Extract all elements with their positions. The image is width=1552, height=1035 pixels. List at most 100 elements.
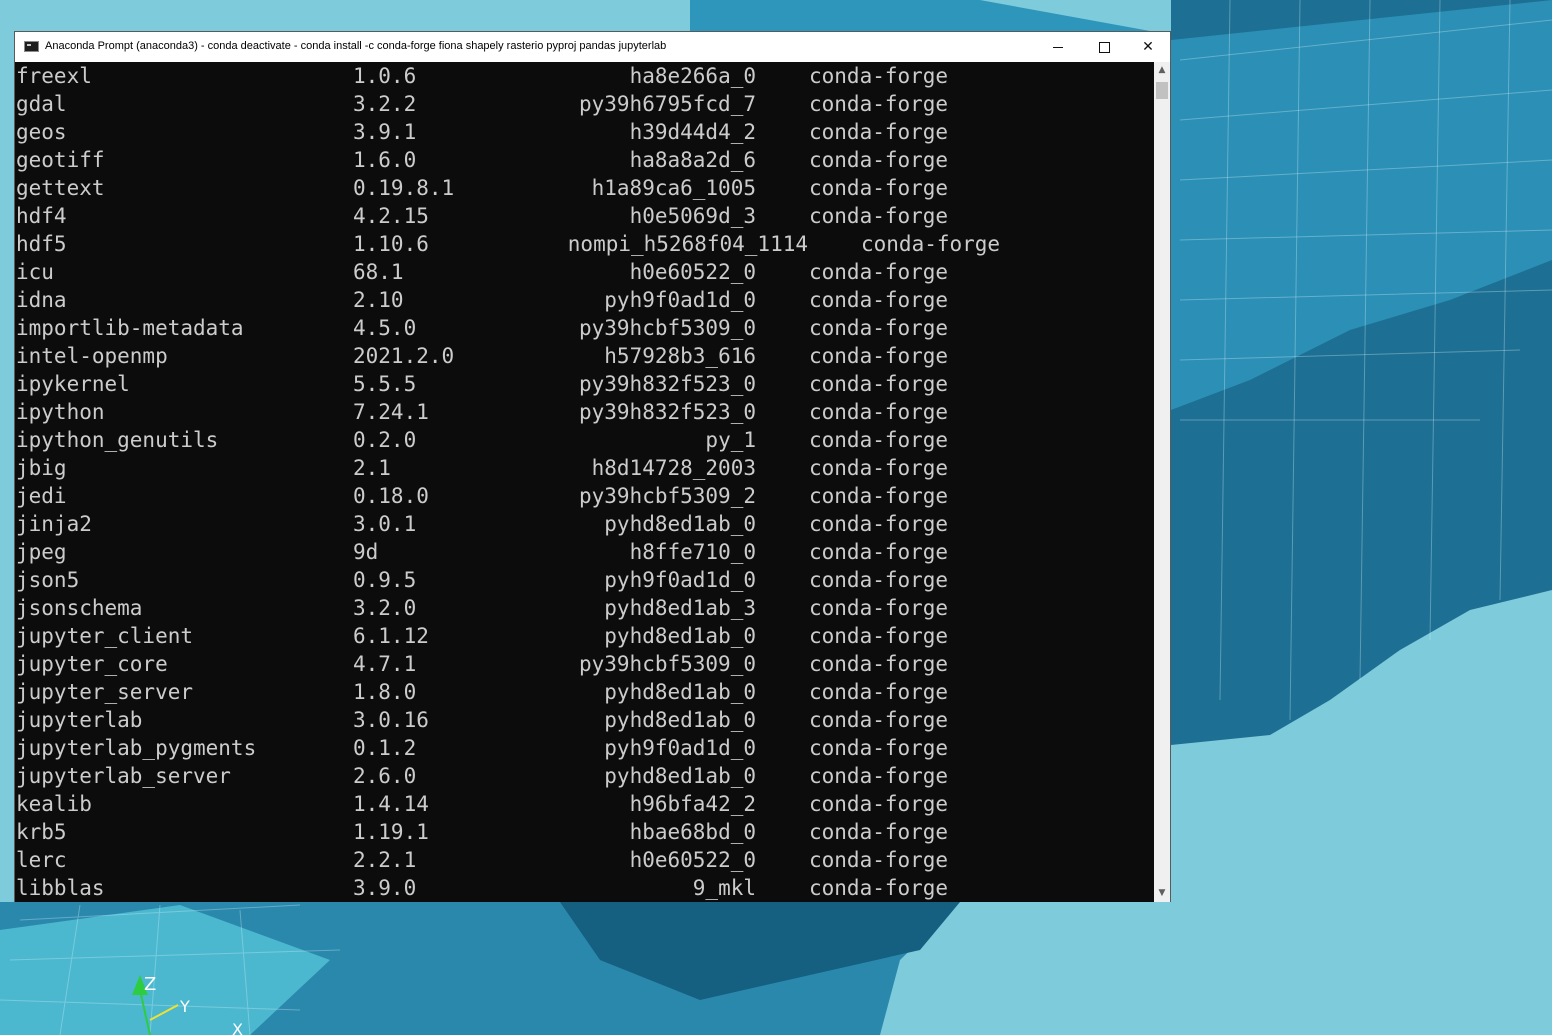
package-build: py39hcbf5309_2 [578, 484, 756, 508]
package-version: 4.2.15 [353, 204, 429, 228]
package-name: jedi [16, 484, 67, 508]
package-channel: conda-forge [809, 764, 949, 788]
package-channel: conda-forge [809, 736, 949, 760]
console-line: lerc 2.2.1 h0e60522_0 conda-forge [15, 846, 1154, 874]
package-channel: conda-forge [809, 456, 949, 480]
package-channel: conda-forge [809, 64, 949, 88]
package-channel: conda-forge [809, 260, 949, 284]
package-name: jupyter_server [16, 680, 194, 704]
package-version: 0.1.2 [353, 736, 417, 760]
package-version: 1.10.6 [353, 232, 429, 256]
package-channel: conda-forge [809, 540, 949, 564]
title-bar[interactable]: Anaconda Prompt (anaconda3) - conda deac… [15, 32, 1170, 62]
package-version: 0.19.8.1 [353, 176, 455, 200]
package-channel: conda-forge [809, 820, 949, 844]
package-version: 68.1 [353, 260, 404, 284]
console-line: jupyter_core 4.7.1 py39hcbf5309_0 conda-for… [15, 650, 1154, 678]
package-channel: conda-forge [809, 120, 949, 144]
package-channel: conda-forge [809, 148, 949, 172]
package-name: geotiff [16, 148, 105, 172]
package-name: ipython [16, 400, 105, 424]
package-name: importlib-metadata [16, 316, 244, 340]
package-version: 9d [353, 540, 379, 564]
console-line: jupyter_client 6.1.12 pyhd8ed1ab_0 conda-fo… [15, 622, 1154, 650]
console-line: jedi 0.18.0 py39hcbf5309_2 conda-forge [15, 482, 1154, 510]
package-version: 4.7.1 [353, 652, 417, 676]
console-line: icu 68.1 h0e60522_0 conda-forge [15, 258, 1154, 286]
package-version: 2021.2.0 [353, 344, 455, 368]
package-version: 3.9.1 [353, 120, 417, 144]
package-version: 0.2.0 [353, 428, 417, 452]
console-line: ipykernel 5.5.5 py39h832f523_0 conda-forge [15, 370, 1154, 398]
package-name: hdf5 [16, 232, 67, 256]
package-version: 5.5.5 [353, 372, 417, 396]
package-channel: conda-forge [809, 316, 949, 340]
console-line: geotiff 1.6.0 ha8a8a2d_6 conda-forge [15, 146, 1154, 174]
console-icon [24, 41, 39, 52]
package-version: 4.5.0 [353, 316, 417, 340]
package-version: 0.18.0 [353, 484, 429, 508]
minimize-button[interactable] [1035, 32, 1081, 62]
package-name: jupyter_client [16, 624, 194, 648]
console-line: gettext 0.19.8.1 h1a89ca6_1005 conda-forge [15, 174, 1154, 202]
package-build: hbae68bd_0 [629, 820, 756, 844]
package-channel: conda-forge [809, 484, 949, 508]
scroll-up-arrow-icon[interactable]: ▲ [1154, 62, 1170, 79]
package-channel: conda-forge [809, 876, 949, 900]
console-output[interactable]: freexl 1.0.6 ha8e266a_0 conda-forge gdal 3.2.… [15, 62, 1154, 902]
package-build: ha8a8a2d_6 [629, 148, 756, 172]
console-line: jbig 2.1 h8d14728_2003 conda-forge [15, 454, 1154, 482]
package-version: 2.2.1 [353, 848, 417, 872]
package-version: 3.9.0 [353, 876, 417, 900]
package-channel: conda-forge [809, 848, 949, 872]
package-name: intel-openmp [16, 344, 168, 368]
package-build: py_1 [705, 428, 756, 452]
package-version: 2.1 [353, 456, 391, 480]
package-version: 2.10 [353, 288, 404, 312]
package-name: lerc [16, 848, 67, 872]
console-line: jpeg 9d h8ffe710_0 conda-forge [15, 538, 1154, 566]
package-version: 6.1.12 [353, 624, 429, 648]
package-channel: conda-forge [809, 568, 949, 592]
package-channel: conda-forge [809, 372, 949, 396]
package-name: jupyterlab_server [16, 764, 231, 788]
package-name: idna [16, 288, 67, 312]
console-line: ipython_genutils 0.2.0 py_1 conda-forge [15, 426, 1154, 454]
package-channel: conda-forge [809, 596, 949, 620]
package-name: jupyterlab [16, 708, 143, 732]
package-version: 1.19.1 [353, 820, 429, 844]
console-line: jinja2 3.0.1 pyhd8ed1ab_0 conda-forge [15, 510, 1154, 538]
console-line: kealib 1.4.14 h96bfa42_2 conda-forge [15, 790, 1154, 818]
package-version: 1.4.14 [353, 792, 429, 816]
package-version: 1.0.6 [353, 64, 417, 88]
package-name: icu [16, 260, 54, 284]
maximize-button[interactable] [1081, 32, 1127, 62]
package-channel: conda-forge [809, 344, 949, 368]
console-line: jupyterlab_server 2.6.0 pyhd8ed1ab_0 conda-… [15, 762, 1154, 790]
package-channel: conda-forge [809, 512, 949, 536]
package-version: 3.0.1 [353, 512, 417, 536]
package-name: jbig [16, 456, 67, 480]
package-channel: conda-forge [809, 204, 949, 228]
close-button[interactable]: ✕ [1125, 32, 1171, 62]
package-channel: conda-forge [861, 232, 1001, 256]
console-line: geos 3.9.1 h39d44d4_2 conda-forge [15, 118, 1154, 146]
package-build: h8ffe710_0 [629, 540, 756, 564]
package-name: jupyter_core [16, 652, 168, 676]
package-version: 2.6.0 [353, 764, 417, 788]
package-build: pyh9f0ad1d_0 [604, 568, 756, 592]
window-title: Anaconda Prompt (anaconda3) - conda deac… [45, 40, 667, 52]
package-name: gettext [16, 176, 105, 200]
scrollbar-thumb[interactable] [1156, 82, 1168, 99]
package-version: 0.9.5 [353, 568, 417, 592]
package-channel: conda-forge [809, 652, 949, 676]
vertical-scrollbar[interactable]: ▲ ▼ [1154, 62, 1170, 902]
console-line: libblas 3.9.0 9_mkl conda-forge [15, 874, 1154, 902]
axis-label-x: X [232, 1020, 243, 1035]
console-window[interactable]: Anaconda Prompt (anaconda3) - conda deac… [14, 31, 1171, 902]
scroll-down-arrow-icon[interactable]: ▼ [1154, 885, 1170, 902]
package-build: py39h6795fcd_7 [578, 92, 756, 116]
package-channel: conda-forge [809, 624, 949, 648]
package-version: 3.2.2 [353, 92, 417, 116]
console-line: gdal 3.2.2 py39h6795fcd_7 conda-forge [15, 90, 1154, 118]
